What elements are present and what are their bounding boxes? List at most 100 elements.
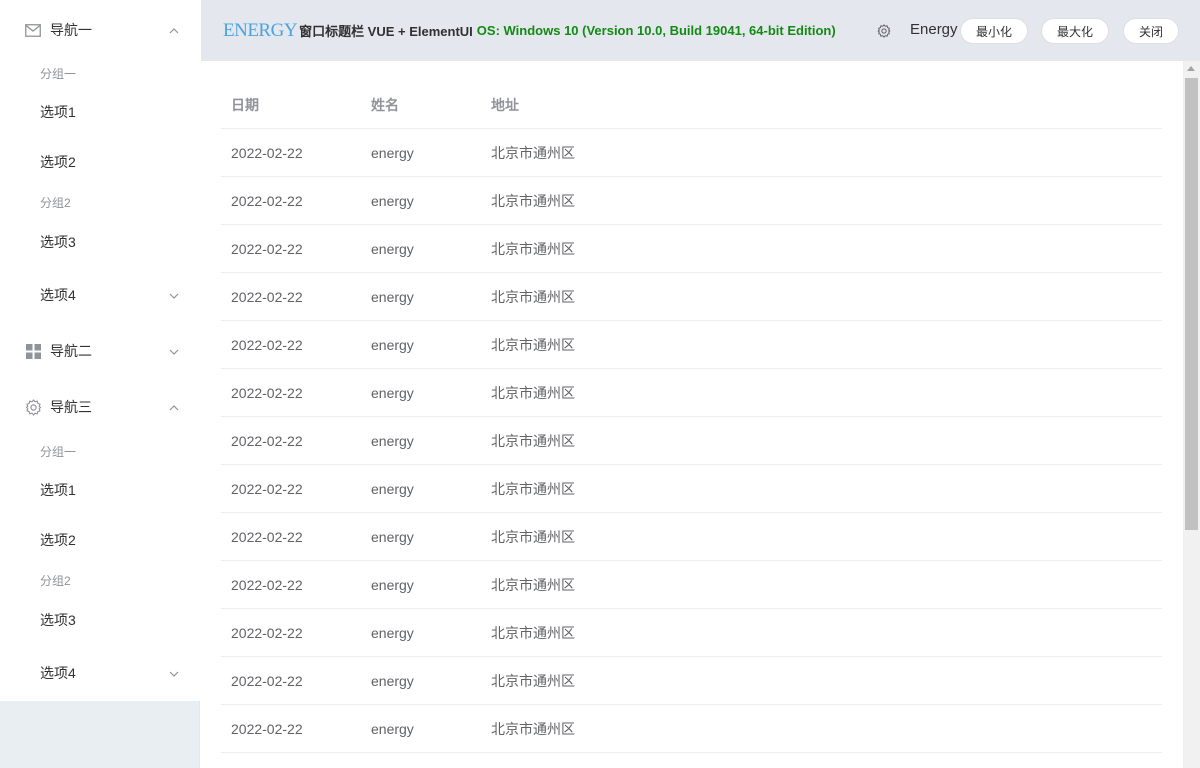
- close-button[interactable]: 关闭: [1123, 18, 1179, 44]
- column-header-name: 姓名: [371, 97, 399, 113]
- os-info: OS: Windows 10 (Version 10.0, Build 1904…: [476, 23, 836, 38]
- cell-name: energy: [371, 721, 414, 737]
- table-row[interactable]: 2022-02-22 energy 北京市通州区: [221, 177, 1162, 225]
- nav-menu: 导航一 分组一 选项1 选项2 分组2 选项3 选项4 导航二 导航三 分组一 …: [0, 0, 200, 701]
- energy-logo: ENERGY: [223, 19, 298, 41]
- cell-date: 2022-02-22: [231, 385, 303, 401]
- cell-address: 北京市通州区: [491, 577, 575, 593]
- nav-1-option-4-submenu[interactable]: 选项4: [0, 267, 200, 323]
- settings-gear-icon[interactable]: [877, 24, 891, 38]
- chevron-down-icon: [168, 667, 180, 679]
- cell-date: 2022-02-22: [231, 193, 303, 209]
- cell-address: 北京市通州区: [491, 337, 575, 353]
- window-title-bar[interactable]: ENERGY 窗口标题栏 VUE + ElementUI OS: Windows…: [201, 0, 1200, 61]
- maximize-button[interactable]: 最大化: [1041, 18, 1109, 44]
- cell-address: 北京市通州区: [491, 673, 575, 689]
- cell-date: 2022-02-22: [231, 673, 303, 689]
- cell-address: 北京市通州区: [491, 529, 575, 545]
- cell-name: energy: [371, 193, 414, 209]
- column-header-date: 日期: [231, 97, 259, 113]
- nav-1-option-4-label: 选项4: [40, 287, 76, 303]
- nav-1-option-3[interactable]: 选项3: [0, 217, 200, 267]
- cell-date: 2022-02-22: [231, 337, 303, 353]
- table-row[interactable]: 2022-02-22 energy 北京市通州区: [221, 369, 1162, 417]
- table-row[interactable]: 2022-02-22 energy 北京市通州区: [221, 417, 1162, 465]
- cell-date: 2022-02-22: [231, 577, 303, 593]
- cell-name: energy: [371, 145, 414, 161]
- message-icon: [24, 21, 42, 39]
- cell-name: energy: [371, 577, 414, 593]
- cell-date: 2022-02-22: [231, 481, 303, 497]
- cell-date: 2022-02-22: [231, 625, 303, 641]
- cell-name: energy: [371, 289, 414, 305]
- scrollbar-thumb[interactable]: [1185, 78, 1198, 530]
- table-row[interactable]: 2022-02-22 energy 北京市通州区: [221, 129, 1162, 177]
- brand-name: Energy: [910, 21, 958, 38]
- nav-1-group-1-title: 分组一: [40, 66, 77, 81]
- chevron-down-icon: [168, 345, 180, 357]
- nav-1-submenu-title[interactable]: 导航一: [0, 2, 200, 58]
- cell-name: energy: [371, 433, 414, 449]
- table-row[interactable]: 2022-02-22 energy 北京市通州区: [221, 273, 1162, 321]
- nav-2-submenu-title[interactable]: 导航二: [0, 323, 200, 379]
- nav-3-group-2-title: 分组2: [40, 573, 71, 588]
- nav-1-label: 导航一: [50, 22, 92, 38]
- nav-3-option-4-label: 选项4: [40, 665, 76, 681]
- chevron-down-icon: [168, 289, 180, 301]
- table-row[interactable]: 2022-02-22 energy 北京市通州区: [221, 225, 1162, 273]
- cell-date: 2022-02-22: [231, 289, 303, 305]
- nav-1-option-2[interactable]: 选项2: [0, 137, 200, 187]
- chevron-up-icon: [168, 401, 180, 413]
- nav-3-option-3[interactable]: 选项3: [0, 595, 200, 645]
- table-row[interactable]: 2022-02-22 energy 北京市通州区: [221, 705, 1162, 753]
- table-row[interactable]: 2022-02-22 energy 北京市通州区: [221, 465, 1162, 513]
- cell-address: 北京市通州区: [491, 385, 575, 401]
- cell-address: 北京市通州区: [491, 241, 575, 257]
- cell-name: energy: [371, 481, 414, 497]
- table-row[interactable]: 2022-02-22 energy 北京市通州区: [221, 561, 1162, 609]
- table-row[interactable]: 2022-02-22 energy 北京市通州区: [221, 609, 1162, 657]
- cell-name: energy: [371, 673, 414, 689]
- cell-date: 2022-02-22: [231, 145, 303, 161]
- cell-address: 北京市通州区: [491, 625, 575, 641]
- nav-3-group-1-title: 分组一: [40, 444, 77, 459]
- cell-name: energy: [371, 337, 414, 353]
- nav-1-option-1[interactable]: 选项1: [0, 87, 200, 137]
- cell-date: 2022-02-22: [231, 529, 303, 545]
- table-header-row: 日期 姓名 地址: [221, 81, 1162, 129]
- table-row[interactable]: 2022-02-22 energy 北京市通州区: [221, 657, 1162, 705]
- cell-name: energy: [371, 385, 414, 401]
- cell-date: 2022-02-22: [231, 433, 303, 449]
- minimize-button[interactable]: 最小化: [960, 18, 1028, 44]
- data-table: 日期 姓名 地址 2022-02-22 energy 北京市通州区 2022-02-2…: [221, 81, 1162, 753]
- nav-3-label: 导航三: [50, 399, 92, 415]
- nav-3-option-4-submenu[interactable]: 选项4: [0, 645, 200, 701]
- nav-1-group-2-title: 分组2: [40, 195, 71, 210]
- setting-gear-icon: [24, 398, 42, 416]
- column-header-address: 地址: [491, 97, 519, 113]
- cell-name: energy: [371, 625, 414, 641]
- cell-address: 北京市通州区: [491, 481, 575, 497]
- nav-3-option-1[interactable]: 选项1: [0, 465, 200, 515]
- cell-date: 2022-02-22: [231, 241, 303, 257]
- table-row[interactable]: 2022-02-22 energy 北京市通州区: [221, 513, 1162, 561]
- nav-3-submenu-title[interactable]: 导航三: [0, 379, 200, 435]
- nav-2-label: 导航二: [50, 343, 92, 359]
- menu-grid-icon: [24, 342, 42, 360]
- chevron-up-icon: [168, 24, 180, 36]
- cell-name: energy: [371, 529, 414, 545]
- cell-address: 北京市通州区: [491, 289, 575, 305]
- cell-name: energy: [371, 241, 414, 257]
- sidebar: 导航一 分组一 选项1 选项2 分组2 选项3 选项4 导航二 导航三 分组一 …: [0, 0, 200, 768]
- cell-address: 北京市通州区: [491, 721, 575, 737]
- window-title: 窗口标题栏 VUE + ElementUI: [299, 24, 473, 39]
- vertical-scrollbar[interactable]: [1183, 61, 1200, 768]
- cell-date: 2022-02-22: [231, 721, 303, 737]
- scroll-up-arrow-icon[interactable]: [1187, 66, 1195, 71]
- main-content: 日期 姓名 地址 2022-02-22 energy 北京市通州区 2022-02-2…: [201, 61, 1183, 768]
- cell-address: 北京市通州区: [491, 193, 575, 209]
- nav-3-option-2[interactable]: 选项2: [0, 515, 200, 565]
- table-row[interactable]: 2022-02-22 energy 北京市通州区: [221, 321, 1162, 369]
- cell-address: 北京市通州区: [491, 433, 575, 449]
- cell-address: 北京市通州区: [491, 145, 575, 161]
